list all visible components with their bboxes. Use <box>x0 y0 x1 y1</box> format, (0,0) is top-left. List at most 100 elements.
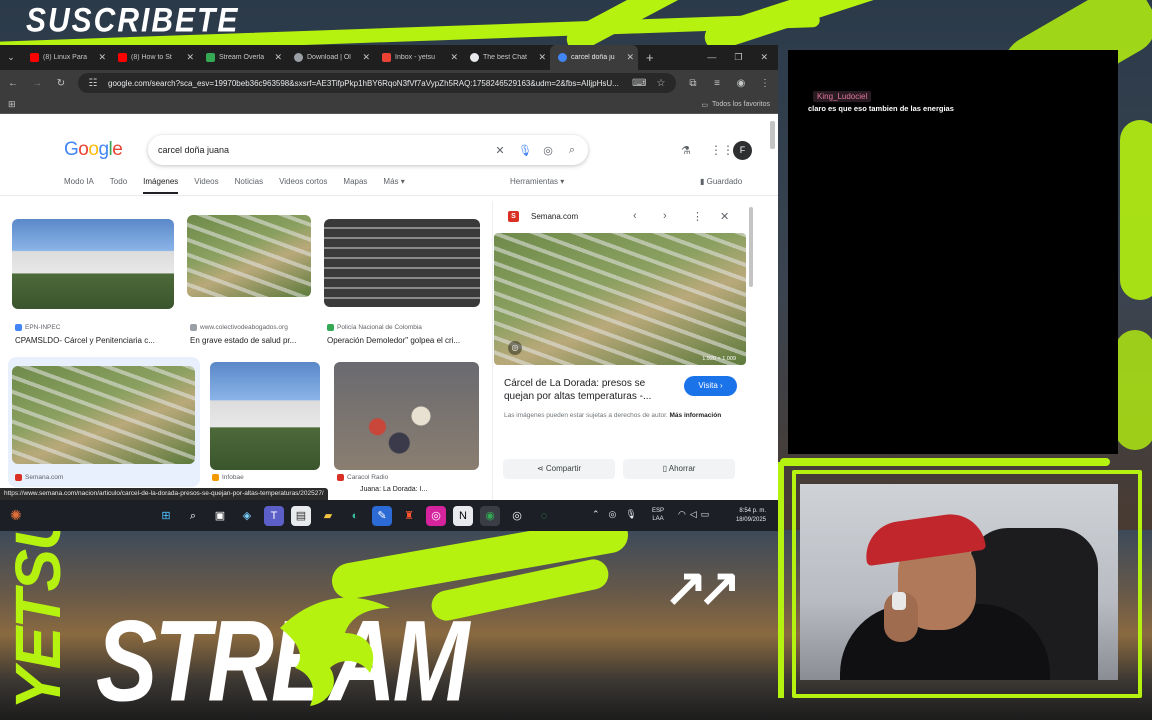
search-input[interactable]: carcel doña juana <box>158 145 482 155</box>
bookmark-star-icon[interactable]: ☆ <box>654 78 668 89</box>
tab-mas[interactable]: Más ▾ <box>383 177 404 194</box>
next-icon[interactable]: › <box>663 210 667 222</box>
translate-icon[interactable]: ⌨ <box>632 78 646 89</box>
store-icon[interactable]: ▤ <box>291 506 311 526</box>
task-view-icon[interactable]: ▣ <box>210 506 230 526</box>
tab-todo[interactable]: Todo <box>110 177 127 194</box>
language-indicator[interactable]: ESP LAA <box>652 507 664 523</box>
browser-tab[interactable]: (8) Linux Para ✕ <box>22 45 110 70</box>
search-icon[interactable]: ⌕ <box>566 144 578 157</box>
tab-mapas[interactable]: Mapas <box>343 177 367 194</box>
new-tab-button[interactable]: + <box>638 50 662 65</box>
preview-site-name[interactable]: Semana.com <box>531 212 578 221</box>
close-icon[interactable]: ✕ <box>274 52 282 63</box>
result-image[interactable] <box>12 219 174 309</box>
media-icon[interactable]: ≡ <box>710 78 724 89</box>
notion-icon[interactable]: N <box>453 506 473 526</box>
microphone-icon[interactable]: 🎙 <box>625 509 636 520</box>
reload-icon[interactable]: ↻ <box>54 78 68 89</box>
close-icon[interactable]: ✕ <box>362 52 370 63</box>
extensions-icon[interactable]: ⧉ <box>686 78 700 89</box>
chrome-icon[interactable]: ◉ <box>480 506 500 526</box>
address-bar[interactable]: ☷ google.com/search?sca_esv=19970beb36c9… <box>78 73 676 93</box>
lens-icon[interactable]: ◎ <box>508 341 522 355</box>
account-avatar[interactable]: F <box>733 141 752 160</box>
more-options-icon[interactable]: ⋮ <box>692 210 703 223</box>
brave-icon[interactable]: ♜ <box>399 506 419 526</box>
google-logo[interactable]: Google <box>64 139 123 161</box>
back-icon[interactable]: ← <box>6 78 20 89</box>
file-explorer-icon[interactable]: ▰ <box>318 506 338 526</box>
tools-button[interactable]: Herramientas ▾ <box>510 177 564 186</box>
copilot-icon[interactable]: ◈ <box>237 506 257 526</box>
browser-tab[interactable]: Download | Ol ✕ <box>286 45 374 70</box>
close-icon[interactable]: ✕ <box>98 52 106 63</box>
all-bookmarks-button[interactable]: ▭ Todos los favoritos <box>701 101 770 109</box>
edge-icon[interactable]: ◐ <box>345 506 365 526</box>
result-image-selected[interactable] <box>12 366 195 464</box>
preview-scrollbar[interactable] <box>749 207 753 287</box>
visit-button[interactable]: Visita › <box>684 376 737 396</box>
tab-videos-cortos[interactable]: Videos cortos <box>279 177 327 194</box>
result-source[interactable]: Policía Nacional de Colombia <box>327 324 422 331</box>
apps-grid-icon[interactable]: ⊞ <box>8 99 16 110</box>
result-title[interactable]: CPAMSLDO- Cárcel y Penitenciaria c... <box>15 336 175 345</box>
browser-tab[interactable]: Stream Overla ✕ <box>198 45 286 70</box>
more-info-link[interactable]: Más información <box>670 412 722 419</box>
result-source[interactable]: Semana.com <box>15 474 63 481</box>
browser-tab-active[interactable]: carcel doña ju ✕ <box>550 45 638 70</box>
clock[interactable]: 8:54 p. m. 18/09/2025 <box>722 507 766 525</box>
result-title[interactable]: Operación Demoledor" golpea el cri... <box>327 336 477 345</box>
result-title[interactable]: En grave estado de salud pr... <box>190 336 315 345</box>
saved-button[interactable]: ▮ Guardado <box>700 177 742 186</box>
clear-icon[interactable]: ✕ <box>494 144 506 157</box>
app-icon[interactable]: ✎ <box>372 506 392 526</box>
labs-flask-icon[interactable]: ⚗ <box>681 144 691 157</box>
search-icon[interactable]: ⌕ <box>183 506 203 526</box>
search-box[interactable]: carcel doña juana ✕ 🎙 ◎ ⌕ <box>148 135 588 165</box>
forward-icon[interactable]: → <box>30 78 44 89</box>
obs-tray-icon[interactable]: ◎ <box>609 509 617 520</box>
result-image[interactable] <box>334 362 479 470</box>
recording-app-icon[interactable]: ◌ <box>534 506 554 526</box>
browser-tab[interactable]: The best Chat ✕ <box>462 45 550 70</box>
site-info-icon[interactable]: ☷ <box>86 78 100 89</box>
result-image[interactable] <box>210 362 320 470</box>
instagram-icon[interactable]: ◎ <box>426 506 446 526</box>
close-icon[interactable]: ✕ <box>626 52 634 63</box>
browser-tab[interactable]: (8) How to St ✕ <box>110 45 198 70</box>
close-icon[interactable]: ✕ <box>186 52 194 63</box>
share-button[interactable]: ⋖ Compartir <box>503 459 615 479</box>
result-title[interactable]: Juana: La Dorada: I... <box>360 486 478 493</box>
maximize-icon[interactable]: ❐ <box>734 52 742 63</box>
tab-modo-ia[interactable]: Modo IA <box>64 177 94 194</box>
close-icon[interactable]: ✕ <box>720 210 729 223</box>
save-button[interactable]: ▯ Ahorrar <box>623 459 735 479</box>
page-scrollbar[interactable] <box>770 121 775 149</box>
widgets-icon[interactable]: ✺ <box>10 507 22 524</box>
windows-start-icon[interactable]: ⊞ <box>156 506 176 526</box>
tab-search-icon[interactable]: ⌄ <box>0 52 22 63</box>
result-source[interactable]: Caracol Radio <box>337 474 388 481</box>
tab-imagenes[interactable]: Imágenes <box>143 177 179 194</box>
preview-image[interactable]: 1.920 × 1.009 ◎ <box>494 233 746 365</box>
menu-icon[interactable]: ⋮ <box>758 78 772 89</box>
microphone-icon[interactable]: 🎙 <box>518 144 532 157</box>
result-image[interactable] <box>187 215 311 297</box>
google-apps-icon[interactable]: ⋮⋮ <box>710 143 734 157</box>
close-window-icon[interactable]: ✕ <box>760 52 768 63</box>
result-source[interactable]: Infobae <box>212 474 244 481</box>
result-source[interactable]: www.colectivodeabogados.org <box>190 324 288 331</box>
lens-icon[interactable]: ◎ <box>542 144 554 157</box>
result-source[interactable]: EPN-INPEC <box>15 324 60 331</box>
obs-icon[interactable]: ◎ <box>507 506 527 526</box>
minimize-icon[interactable]: — <box>707 52 716 63</box>
previous-icon[interactable]: ‹ <box>633 210 637 222</box>
tab-noticias[interactable]: Noticias <box>235 177 263 194</box>
preview-title[interactable]: Cárcel de La Dorada: presos se quejan po… <box>504 377 672 403</box>
browser-tab[interactable]: Inbox - yetsu ✕ <box>374 45 462 70</box>
chevron-up-icon[interactable]: ⌃ <box>592 509 600 520</box>
tab-videos[interactable]: Videos <box>194 177 218 194</box>
network-volume-battery[interactable]: ◠◁▭ <box>678 509 713 520</box>
teams-icon[interactable]: T <box>264 506 284 526</box>
